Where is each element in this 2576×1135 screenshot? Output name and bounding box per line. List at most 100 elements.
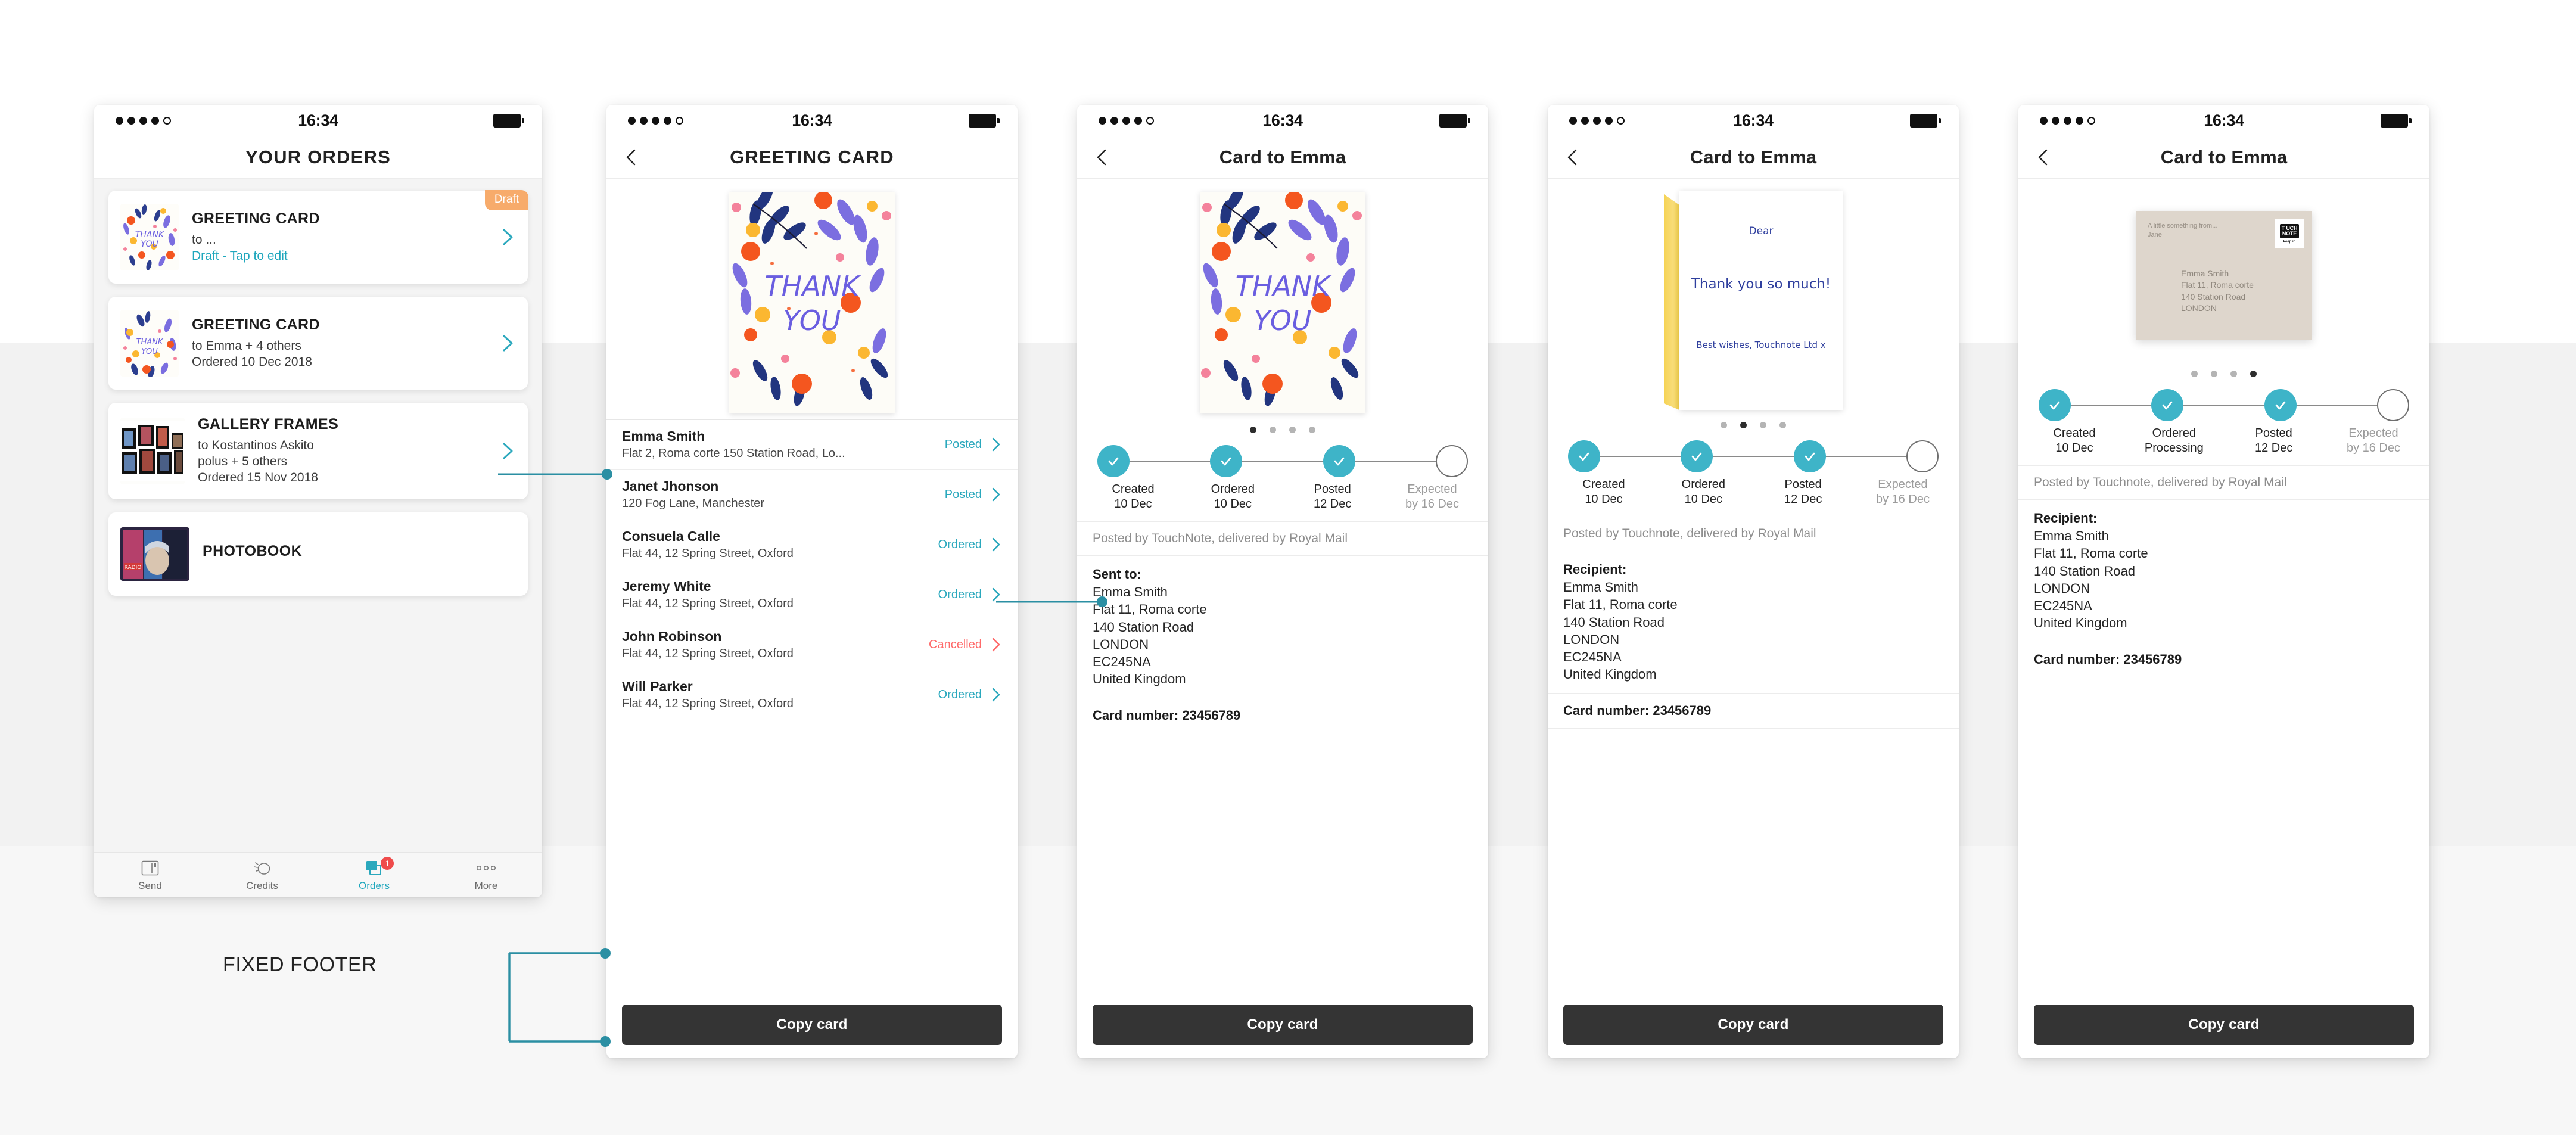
status-badge: Ordered [938,537,982,551]
card-inside-container[interactable]: Dear Thank you so much! Best wishes, Tou… [1548,179,1959,415]
card-preview-container[interactable]: THANK YOU [1077,179,1488,419]
envelope-address-line: Emma Smith [2181,269,2229,278]
pager-dot[interactable] [2250,371,2257,377]
pager-dot[interactable] [1760,422,1766,428]
tab-credits[interactable]: Credits [206,858,318,892]
svg-text:THANK: THANK [765,270,862,302]
order-card-gallery-frames[interactable]: GALLERY FRAMES to Kostantinos Askito pol… [108,403,528,499]
address-line: United Kingdom [1093,671,1186,687]
phone-screen-card-envelope: 16:34 Card to Emma A little something fr… [2018,105,2429,1058]
chevron-right-icon[interactable] [500,333,516,353]
touchnote-stamp-icon: T UCH NOTE keep in [2275,219,2304,248]
screen-greeting-card: 16:34 GREETING CARD THANK YOU Emma Smith… [606,105,1018,1058]
status-bar-time: 16:34 [2204,111,2244,129]
card-greeting: Dear [1749,225,1774,237]
recipient-name: John Robinson [622,629,722,644]
pager-dot[interactable] [1250,427,1256,433]
order-card-greeting-card[interactable]: THANK YOU GREETING CARD to Emma + 4 othe… [108,297,528,390]
tracker-label-ordered: Ordered 10 Dec [1681,478,1726,506]
address-line: 140 Station Road [2034,563,2136,579]
phone-screen-greeting-card: 16:34 GREETING CARD THANK YOU Emma Smith… [606,105,1018,1058]
screen-orders: 16:34 YOUR ORDERS Draft THANK YOU GREETI… [94,105,542,897]
envelope-preview: A little something from... Jane T UCH NO… [2136,211,2312,340]
order-title: PHOTOBOOK [203,543,303,560]
chevron-right-icon[interactable] [990,486,1002,503]
list-item[interactable]: Janet Jhonson 120 Fog Lane, Manchester P… [606,469,1018,520]
chevron-right-icon[interactable] [990,536,1002,553]
thank-you-card-preview-icon: THANK YOU [729,192,895,413]
copy-card-button[interactable]: Copy card [1563,1005,1943,1045]
list-item[interactable]: Jeremy White Flat 44, 12 Spring Street, … [606,570,1018,620]
order-info: GALLERY FRAMES to Kostantinos Askito pol… [198,416,494,486]
pager-dot[interactable] [1779,422,1786,428]
list-item[interactable]: Emma Smith Flat 2, Roma corte 150 Statio… [606,419,1018,469]
tab-orders[interactable]: 1 Orders [318,857,430,892]
copy-card-button[interactable]: Copy card [622,1005,1002,1045]
chevron-right-icon[interactable] [990,686,1002,703]
card-pager-dots[interactable] [2018,363,2429,387]
order-info: PHOTOBOOK [203,543,516,565]
thank-you-card-preview-icon: THANK YOU [1200,192,1365,413]
phone-screen-card-inside: 16:34 Card to Emma Dear Thank you so muc… [1548,105,1959,1058]
order-date: Ordered 10 Dec 2018 [192,355,312,369]
orders-list[interactable]: Draft THANK YOU GREETING CARD to ... Dra… [94,179,542,897]
pager-dot[interactable] [1721,422,1727,428]
tracker-label-posted: Posted 12 Dec [2254,427,2293,455]
back-button[interactable] [622,147,642,167]
tracker-label-created: Created 10 Dec [1112,483,1155,511]
copy-card-button[interactable]: Copy card [1093,1005,1473,1045]
card-preview-container[interactable]: THANK YOU [606,179,1018,419]
flow-canvas: 16:34 YOUR ORDERS Draft THANK YOU GREETI… [0,0,2576,1135]
svg-text:YOU: YOU [1253,304,1311,337]
order-card-photobook[interactable]: RADIO PHOTOBOOK [108,512,528,596]
copy-card-button[interactable]: Copy card [2034,1005,2414,1045]
fixed-footer-tabbar[interactable]: Send Credits 1 Orders More [94,852,542,897]
address-line: United Kingdom [1563,667,1657,682]
list-item[interactable]: Will Parker Flat 44, 12 Spring Street, O… [606,670,1018,720]
address-line: Emma Smith [2034,528,2109,543]
list-item[interactable]: Consuela Calle Flat 44, 12 Spring Street… [606,520,1018,570]
address-line: EC245NA [1563,649,1622,664]
back-button[interactable] [1563,147,1583,167]
pager-dot[interactable] [1289,427,1296,433]
pager-dot[interactable] [1740,422,1747,428]
recipient-address: Flat 44, 12 Spring Street, Oxford [622,597,794,610]
tracker-label-expected: Expected by 16 Dec [1875,478,1930,506]
status-badge: Cancelled [929,638,982,651]
list-item[interactable]: John Robinson Flat 44, 12 Spring Street,… [606,620,1018,670]
nav-bar: GREETING CARD [606,136,1018,179]
envelope-container[interactable]: A little something from... Jane T UCH NO… [2018,179,2429,363]
tab-send[interactable]: Send [94,858,206,892]
thank-you-card-thumbnail-icon: THANK YOU [120,310,179,377]
chevron-right-icon[interactable] [500,441,516,461]
page-title: Card to Emma [1219,146,1346,167]
order-recipient: to ... [192,232,216,247]
connector-fixed-footer-bracket [503,947,617,1049]
tracker-node-expected [1906,440,1939,472]
chevron-right-icon[interactable] [990,436,1002,453]
pager-dot[interactable] [1309,427,1315,433]
pager-dot[interactable] [2230,371,2237,377]
order-card-draft[interactable]: Draft THANK YOU GREETING CARD to ... Dra… [108,190,528,284]
pager-dot[interactable] [2211,371,2217,377]
status-bar-time: 16:34 [298,111,338,129]
address-line: EC245NA [1093,654,1151,669]
pager-dot[interactable] [1270,427,1276,433]
stamp-tagline: keep in [2283,240,2296,244]
svg-text:YOU: YOU [141,240,158,249]
card-pager-dots[interactable] [1548,415,1959,438]
back-button[interactable] [2034,147,2054,167]
chevron-right-icon[interactable] [500,227,516,247]
address-line: Flat 11, Roma corte [1093,602,1207,617]
card-pager-dots[interactable] [1077,419,1488,443]
status-badge-draft: Draft [484,190,528,210]
pager-dot[interactable] [2191,371,2198,377]
back-button[interactable] [1093,147,1113,167]
tab-label: Credits [246,880,278,891]
chevron-right-icon[interactable] [990,636,1002,653]
recipients-list[interactable]: Emma Smith Flat 2, Roma corte 150 Statio… [606,419,1018,720]
screen-card-inside: 16:34 Card to Emma Dear Thank you so muc… [1548,105,1959,1058]
order-draft-action[interactable]: Draft - Tap to edit [192,248,494,265]
address-heading: Recipient: [1563,562,1627,577]
tab-more[interactable]: More [430,858,542,892]
